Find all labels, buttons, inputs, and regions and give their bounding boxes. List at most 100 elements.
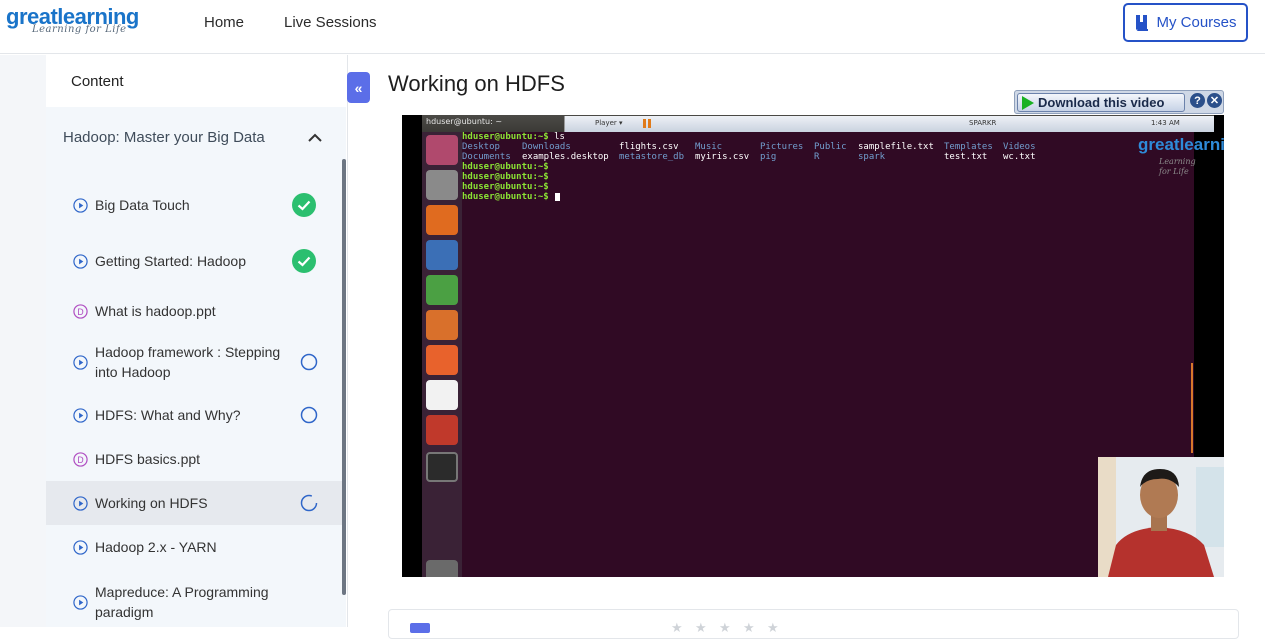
ls-entry: Documents [462,152,511,162]
top-navbar: greatlearning Learning for Life Home Liv… [0,0,1265,54]
list-item[interactable]: Getting Started: Hadoop [46,239,342,283]
ls-entry: Public [814,142,847,152]
svg-text:D: D [77,454,84,464]
terminal-prompt: hduser@ubuntu:~$ [462,162,549,172]
writer-icon [426,240,458,270]
module-section: Hadoop: Master your Big Data Big Data To… [46,107,346,627]
clock-text: 1:43 AM [1151,119,1180,127]
ubuntu-launcher [422,132,462,577]
list-item[interactable]: Big Data Touch [46,183,342,227]
help-icon[interactable]: ? [1190,93,1205,108]
play-circle-icon [73,354,88,370]
check-circle-icon [292,249,316,273]
document-circle-icon: D [73,451,88,467]
my-courses-button[interactable]: My Courses [1123,3,1248,42]
ls-entry: R [814,152,820,162]
instructor-figure [1098,457,1224,577]
module-title[interactable]: Hadoop: Master your Big Data [63,129,265,146]
video-player[interactable]: hduser@ubuntu: ~ Player ▾ SPARKR 1:43 AM… [402,115,1224,577]
terminal-prompt: hduser@ubuntu:~$ [462,182,549,192]
sidebar-heading: Content [46,55,347,107]
star-icon[interactable]: ★ [767,620,779,636]
ls-entry: examples.desktop [522,152,609,162]
calc-icon [426,275,458,305]
page-title: Working on HDFS [388,71,565,96]
nav-live-sessions-link[interactable]: Live Sessions [284,14,377,31]
list-item-label: HDFS basics.ppt [95,451,201,467]
pause-icon [643,119,646,128]
pause-icon-bar [648,119,651,128]
document-circle-icon: D [73,303,88,319]
list-item[interactable]: Hadoop 2.x - YARN [46,525,342,569]
my-courses-label: My Courses [1156,14,1237,31]
ubuntu-top-bar: hduser@ubuntu: ~ Player ▾ SPARKR 1:43 AM [422,115,1214,132]
list-item-label: Working on HDFS [95,495,208,511]
ls-entry: spark [858,152,886,162]
list-item[interactable]: D What is hadoop.ppt [46,289,342,333]
check-circle-icon [292,193,316,217]
card-badge [410,623,430,633]
vm-player-menu: Player ▾ [595,119,623,127]
list-item-active[interactable]: Working on HDFS [46,481,342,525]
play-circle-icon [73,539,88,555]
files-icon [426,170,458,200]
play-circle-icon [73,197,88,213]
ls-entry: myiris.csv [695,152,750,162]
chevron-up-icon[interactable] [308,133,322,143]
play-circle-icon [73,407,88,423]
ls-entry: Templates [944,142,993,152]
amazon-icon [426,380,458,410]
ls-entry: flights.csv [619,142,679,152]
close-icon[interactable]: ✕ [1207,93,1222,108]
list-item-label: Hadoop framework : Stepping into Hadoop [95,344,281,380]
settings-icon [426,415,458,445]
firefox-icon [426,205,458,235]
list-item[interactable]: Hadoop framework : Stepping into Hadoop [46,337,342,387]
terminal-scroll-indicator [1191,363,1193,453]
rating-card: ★ ★ ★ ★ ★ [388,609,1239,639]
star-icon[interactable]: ★ [671,620,683,636]
play-circle-icon [73,495,88,511]
star-icon[interactable]: ★ [743,620,755,636]
instructor-webcam [1098,457,1224,577]
vm-toolbar: Player ▾ SPARKR 1:43 AM [564,116,1214,132]
list-item-label: Big Data Touch [95,197,190,213]
star-icon[interactable]: ★ [695,620,707,636]
list-item-label: What is hadoop.ppt [95,303,216,319]
terminal-output: hduser@ubuntu:~$ ls Desktop Downloads fl… [462,132,1224,577]
ls-entry: samplefile.txt [858,142,934,152]
terminal-cursor [554,192,560,201]
trash-icon [426,560,458,577]
ls-entry: Videos [1003,142,1036,152]
collapse-sidebar-button[interactable]: « [347,72,370,103]
ls-entry: Pictures [760,142,804,152]
list-item-label: HDFS: What and Why? [95,407,241,423]
play-circle-icon [73,253,88,269]
star-icon[interactable]: ★ [719,620,731,636]
ls-entry: Desktop [462,142,500,152]
terminal-prompt: hduser@ubuntu:~$ [462,132,549,142]
download-video-bar: Download this video ? ✕ [1014,90,1224,114]
ls-entry: test.txt [944,152,988,162]
list-item[interactable]: Mapreduce: A Programming paradigm [46,577,342,627]
greatlearning-logo[interactable]: greatlearning Learning for Life [6,4,139,35]
download-video-label: Download this video [1038,95,1165,110]
nav-home-link[interactable]: Home [204,14,244,31]
sidebar-scrollbar[interactable] [342,159,346,595]
vm-name: SPARKR [969,119,997,127]
list-item-label: Hadoop 2.x - YARN [95,539,217,555]
content-sidebar: Content Hadoop: Master your Big Data Big… [46,55,348,627]
book-icon [1136,14,1149,31]
list-item[interactable]: D HDFS basics.ppt [46,437,342,481]
svg-text:D: D [77,306,84,316]
play-circle-icon [73,594,88,610]
left-gutter [0,55,46,627]
ubuntu-home-icon [426,135,458,165]
ls-entry: pig [760,152,777,162]
download-video-button[interactable]: Download this video [1017,93,1185,112]
ls-entry: Music [695,142,723,152]
list-item[interactable]: HDFS: What and Why? [46,393,342,437]
in-progress-circle-icon [300,494,318,512]
overlay-logo: greatlearning [1138,135,1224,154]
terminal-icon [426,452,458,482]
